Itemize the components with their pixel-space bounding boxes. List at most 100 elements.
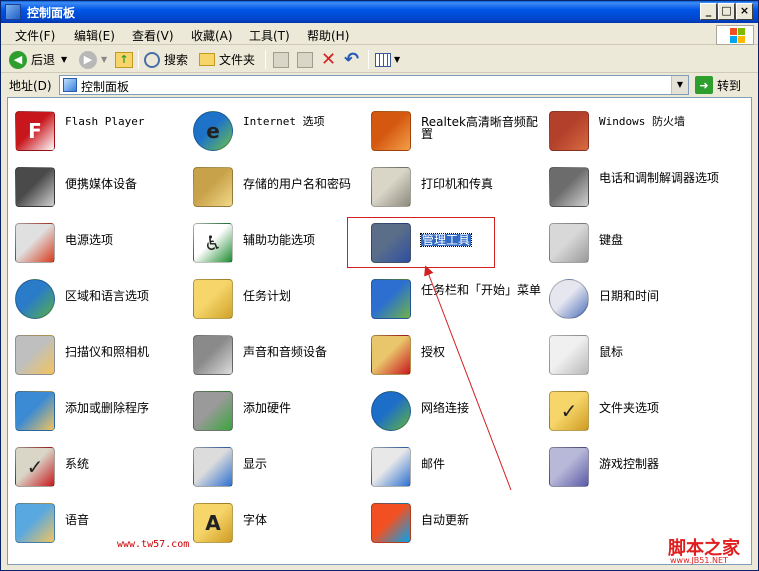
- cp-item-5[interactable]: 存储的用户名和密码: [193, 161, 365, 207]
- taskbar-icon: [371, 279, 411, 319]
- cp-item-19[interactable]: 鼠标: [549, 329, 721, 375]
- cp-item-label: 鼠标: [599, 345, 624, 359]
- mail-icon: [371, 447, 411, 487]
- menu-help[interactable]: 帮助(H): [307, 27, 349, 44]
- cp-item-8[interactable]: 电源选项: [15, 217, 187, 263]
- cp-item-16[interactable]: 扫描仪和照相机: [15, 329, 187, 375]
- windows-logo-icon: [716, 25, 754, 45]
- chevron-down-icon[interactable]: ▼: [101, 55, 107, 64]
- power-icon: [15, 223, 55, 263]
- menu-tools[interactable]: 工具(T): [249, 27, 290, 44]
- cp-item-13[interactable]: 任务计划: [193, 273, 365, 319]
- cp-item-26[interactable]: 邮件: [371, 441, 543, 487]
- cp-item-3[interactable]: Windows 防火墙: [549, 105, 721, 151]
- folders-label: 文件夹: [219, 53, 256, 67]
- toolbar-separator: [138, 50, 139, 69]
- chevron-down-icon[interactable]: ▼: [394, 55, 400, 64]
- cp-item-7[interactable]: 电话和调制解调器选项: [549, 161, 721, 207]
- toolbar-separator: [368, 50, 369, 69]
- address-input[interactable]: 控制面板 ▼: [59, 75, 689, 95]
- cp-item-label: Windows 防火墙: [599, 115, 685, 128]
- accessibility-icon: ♿: [193, 223, 233, 263]
- phone-icon: [549, 167, 589, 207]
- cp-item-18[interactable]: 授权: [371, 329, 543, 375]
- undo-button[interactable]: ↶: [344, 49, 359, 70]
- cp-item-24[interactable]: ✓ 系统: [15, 441, 187, 487]
- up-folder-button[interactable]: ↑: [115, 49, 133, 70]
- window-title: 控制面板: [27, 6, 76, 20]
- close-button[interactable]: ×: [736, 3, 753, 20]
- cp-item-14[interactable]: 任务栏和「开始」菜单: [371, 273, 543, 319]
- cp-item-9[interactable]: ♿ 辅助功能选项: [193, 217, 365, 263]
- cp-item-label: 区域和语言选项: [65, 289, 150, 303]
- back-arrow-icon: ◀: [9, 50, 27, 69]
- cp-item-label: Realtek高清晰音频配置: [421, 115, 538, 141]
- copy-to-button[interactable]: [297, 49, 313, 70]
- cp-item-label: 文件夹选项: [599, 401, 660, 415]
- folders-button[interactable]: 文件夹: [199, 49, 255, 70]
- cp-item-2[interactable]: Realtek高清晰音频配置: [371, 105, 543, 151]
- cp-item-label: 日期和时间: [599, 289, 660, 303]
- menu-favorites[interactable]: 收藏(A): [191, 27, 233, 44]
- add-hardware-icon: [193, 391, 233, 431]
- printer-icon: [371, 167, 411, 207]
- cp-item-22[interactable]: 网络连接: [371, 385, 543, 431]
- cp-item-27[interactable]: 游戏控制器: [549, 441, 721, 487]
- cp-item-11[interactable]: 键盘: [549, 217, 721, 263]
- address-dropdown-button[interactable]: ▼: [671, 76, 688, 94]
- cp-item-21[interactable]: 添加硬件: [193, 385, 365, 431]
- menu-view[interactable]: 查看(V): [132, 27, 174, 44]
- cp-item-17[interactable]: 声音和音频设备: [193, 329, 365, 375]
- maximize-button[interactable]: □: [718, 3, 735, 20]
- cp-item-label: 任务计划: [243, 289, 292, 303]
- cp-item-label: 辅助功能选项: [243, 233, 316, 247]
- delete-button[interactable]: ✕: [321, 49, 336, 70]
- back-button[interactable]: ◀ 后退 ▼: [9, 49, 67, 70]
- copy-to-icon: [297, 51, 313, 68]
- firewall-icon: [549, 111, 589, 151]
- cp-item-1[interactable]: e Internet 选项: [193, 105, 365, 151]
- views-button[interactable]: ▼: [375, 49, 400, 70]
- cp-item-29[interactable]: A 字体: [193, 497, 365, 543]
- cp-item-15[interactable]: 日期和时间: [549, 273, 721, 319]
- cp-item-label: 任务栏和「开始」菜单: [421, 283, 542, 297]
- cp-item-30[interactable]: 自动更新: [371, 497, 543, 543]
- system-icon: ✓: [15, 447, 55, 487]
- cp-item-0[interactable]: F Flash Player: [15, 105, 187, 151]
- search-button[interactable]: 搜索: [144, 49, 188, 70]
- media-device-icon: [15, 167, 55, 207]
- mouse-icon: [549, 335, 589, 375]
- folder-options-icon: ✓: [549, 391, 589, 431]
- cp-item-12[interactable]: 区域和语言选项: [15, 273, 187, 319]
- network-icon: [371, 391, 411, 431]
- search-label: 搜索: [164, 53, 189, 67]
- menu-edit[interactable]: 编辑(E): [74, 27, 115, 44]
- title-bar[interactable]: 控制面板 _ □ ×: [1, 1, 758, 23]
- cp-item-label: 网络连接: [421, 401, 470, 415]
- toolbar-separator: [265, 50, 266, 69]
- cp-item-4[interactable]: 便携媒体设备: [15, 161, 187, 207]
- chevron-down-icon[interactable]: ▼: [61, 55, 67, 64]
- cp-item-25[interactable]: 显示: [193, 441, 365, 487]
- standard-toolbar: ◀ 后退 ▼ ▶ ▼ ↑ 搜索 文件夹 ✕ ↶ ▼: [1, 46, 758, 73]
- cp-item-6[interactable]: 打印机和传真: [371, 161, 543, 207]
- windows-update-icon: [371, 503, 411, 543]
- cp-item-label: 添加硬件: [243, 401, 292, 415]
- minimize-button[interactable]: _: [700, 3, 717, 20]
- forward-button[interactable]: ▶ ▼: [79, 49, 107, 70]
- annotation-highlight-box: [347, 217, 495, 268]
- cp-item-28[interactable]: 语音: [15, 497, 187, 543]
- speaker-icon: [371, 111, 411, 151]
- cp-item-20[interactable]: 添加或删除程序: [15, 385, 187, 431]
- address-label: 地址(D): [9, 79, 52, 93]
- cp-item-label: 便携媒体设备: [65, 177, 138, 191]
- menu-file[interactable]: 文件(F): [15, 27, 55, 44]
- move-to-button[interactable]: [273, 49, 289, 70]
- cp-item-label: 字体: [243, 513, 268, 527]
- menu-bar: 文件(F) 编辑(E) 查看(V) 收藏(A) 工具(T) 帮助(H): [1, 23, 758, 45]
- cp-item-23[interactable]: ✓ 文件夹选项: [549, 385, 721, 431]
- go-button[interactable]: ➜ 转到: [695, 75, 741, 95]
- clock-icon: [549, 279, 589, 319]
- cp-item-label: 打印机和传真: [421, 177, 494, 191]
- control-panel-items: F Flash Player e Internet 选项 Realtek高清晰音频配置 W…: [7, 97, 752, 565]
